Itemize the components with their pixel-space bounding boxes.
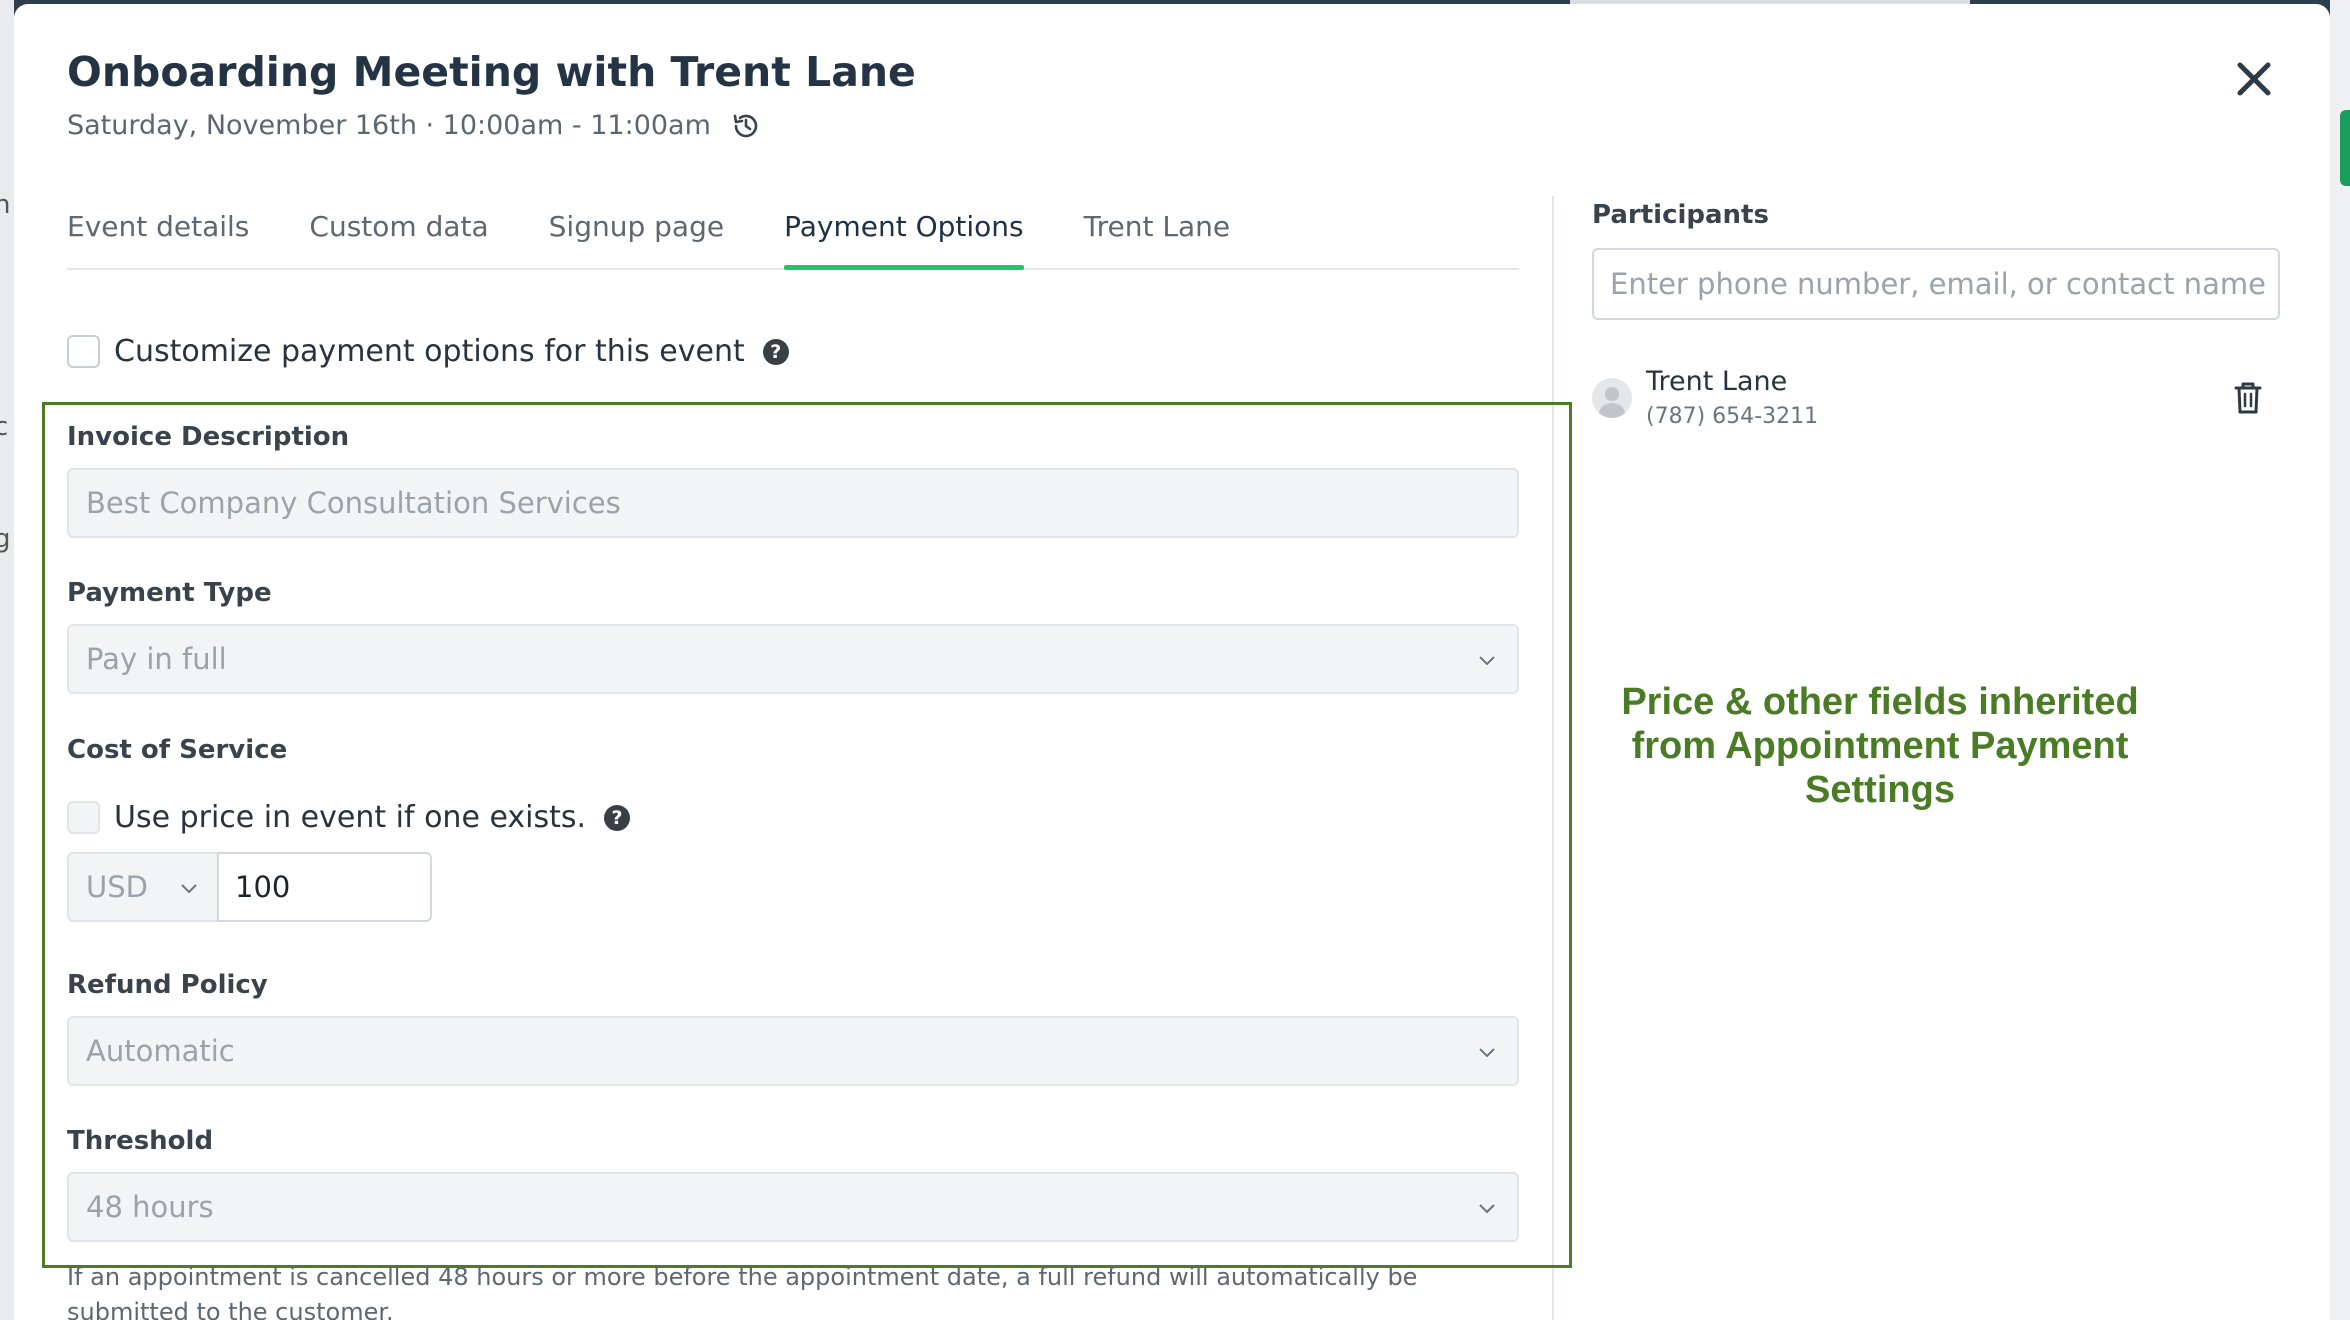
inherited-fields-annotation: Price & other fields inherited from Appo… <box>1584 680 2176 812</box>
cost-of-service-label: Cost of Service <box>67 735 288 765</box>
event-modal: Onboarding Meeting with Trent Lane Satur… <box>14 4 2330 1320</box>
currency-select[interactable]: USD <box>67 852 217 922</box>
background-text-fragment: n <box>0 190 11 220</box>
tab-trent-lane[interactable]: Trent Lane <box>1084 200 1230 268</box>
threshold-select[interactable]: 48 hours <box>67 1172 1519 1242</box>
refund-policy-label: Refund Policy <box>67 970 268 1000</box>
background-page-left-edge: n c g <box>0 0 14 1320</box>
background-page-right-edge <box>2330 0 2350 1320</box>
trash-icon[interactable] <box>2232 380 2264 416</box>
customize-payment-label: Customize payment options for this event <box>114 334 745 369</box>
threshold-label: Threshold <box>67 1126 214 1156</box>
avatar <box>1592 378 1632 418</box>
participant-search-input[interactable]: Enter phone number, email, or contact na… <box>1592 248 2280 320</box>
background-text-fragment: g <box>0 524 11 554</box>
price-amount-value: 100 <box>235 870 291 904</box>
history-clock-icon[interactable] <box>731 111 761 141</box>
annotation-line: from Appointment Payment <box>1631 725 2129 767</box>
chevron-down-icon <box>1479 656 1495 666</box>
chevron-down-icon <box>1479 1048 1495 1058</box>
use-price-row: Use price in event if one exists. ? <box>67 800 631 835</box>
invoice-description-label: Invoice Description <box>67 422 350 452</box>
threshold-value: 48 hours <box>86 1190 214 1224</box>
customize-payment-row: Customize payment options for this event… <box>67 334 789 369</box>
currency-value: USD <box>86 870 148 904</box>
help-icon[interactable]: ? <box>604 804 631 831</box>
background-text-fragment: c <box>0 412 9 442</box>
chevron-down-icon <box>1479 1204 1495 1214</box>
tab-event-details[interactable]: Event details <box>67 200 249 268</box>
customize-payment-checkbox[interactable] <box>67 335 100 368</box>
use-price-label: Use price in event if one exists. <box>114 800 587 835</box>
payment-type-label: Payment Type <box>67 578 272 608</box>
tab-custom-data[interactable]: Custom data <box>309 200 488 268</box>
tab-payment-options[interactable]: Payment Options <box>784 200 1024 270</box>
event-datetime: Saturday, November 16th · 10:00am - 11:0… <box>67 110 711 141</box>
refund-policy-value: Automatic <box>86 1034 235 1068</box>
refund-policy-select[interactable]: Automatic <box>67 1016 1519 1086</box>
payment-type-value: Pay in full <box>86 642 227 676</box>
tab-bar: Event details Custom data Signup page Pa… <box>67 200 1519 270</box>
event-datetime-row: Saturday, November 16th · 10:00am - 11:0… <box>67 110 761 141</box>
refund-policy-note: If an appointment is cancelled 48 hours … <box>67 1263 1418 1320</box>
chevron-down-icon <box>181 884 197 894</box>
participant-name: Trent Lane <box>1646 366 1788 397</box>
help-icon[interactable]: ? <box>762 338 789 365</box>
invoice-description-value: Best Company Consultation Services <box>86 486 621 520</box>
modal-title: Onboarding Meeting with Trent Lane <box>67 48 916 96</box>
use-price-checkbox[interactable] <box>67 801 100 834</box>
close-icon[interactable] <box>2231 56 2277 102</box>
participants-heading: Participants <box>1592 200 1769 230</box>
annotation-line: Price & other fields inherited <box>1621 681 2139 723</box>
participant-phone: (787) 654-3211 <box>1646 404 1819 429</box>
tab-signup-page[interactable]: Signup page <box>549 200 724 268</box>
invoice-description-field[interactable]: Best Company Consultation Services <box>67 468 1519 538</box>
background-accent-button <box>2340 110 2350 186</box>
payment-type-select[interactable]: Pay in full <box>67 624 1519 694</box>
annotation-line: Settings <box>1805 769 1955 811</box>
participant-search-placeholder: Enter phone number, email, or contact na… <box>1610 267 2266 301</box>
participant-list-item: Trent Lane (787) 654-3211 <box>1592 362 2280 442</box>
price-amount-input[interactable]: 100 <box>217 852 432 922</box>
